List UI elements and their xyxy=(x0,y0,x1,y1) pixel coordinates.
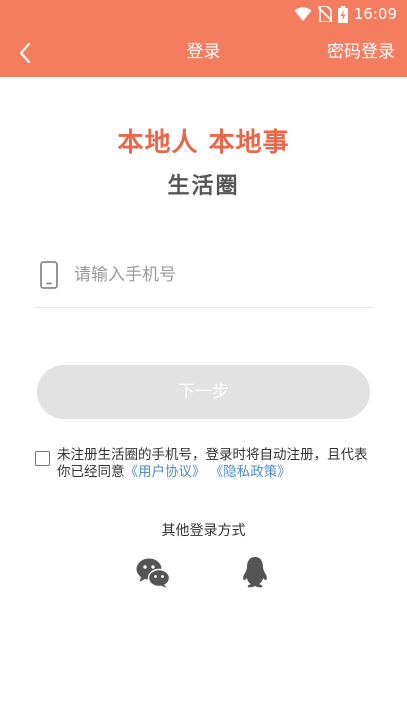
agreement-checkbox[interactable] xyxy=(35,451,50,466)
status-time: 16:09 xyxy=(353,5,397,23)
slogan: 本地人 本地事 xyxy=(117,128,290,158)
top-bar: 16:09 登录 密码登录 xyxy=(0,0,407,77)
qq-icon[interactable] xyxy=(242,556,268,588)
chevron-left-icon xyxy=(19,42,31,64)
wifi-icon xyxy=(294,7,312,21)
password-login-link[interactable]: 密码登录 xyxy=(327,41,395,63)
nav-bar: 登录 密码登录 xyxy=(0,28,407,77)
app-name: 生活圈 xyxy=(167,174,240,199)
wechat-icon[interactable] xyxy=(136,557,170,589)
other-login-title: 其他登录方式 xyxy=(161,523,246,539)
user-agreement-link[interactable]: 《用户协议》 xyxy=(125,464,206,480)
privacy-policy-link[interactable]: 《隐私政策》 xyxy=(210,464,291,480)
phone-input-row xyxy=(34,252,374,308)
phone-number-input[interactable] xyxy=(74,260,364,290)
battery-charging-icon xyxy=(337,5,348,23)
next-step-button[interactable]: 下一步 xyxy=(37,365,370,419)
phone-icon xyxy=(40,261,58,289)
no-sim-icon xyxy=(317,6,332,22)
back-button[interactable] xyxy=(10,38,40,68)
agreement-text-block: 未注册生活圈的手机号，登录时将自动注册，且代表你已经同意《用户协议》 《隐私政策… xyxy=(57,447,375,481)
status-icons: 16:09 xyxy=(294,4,397,24)
status-bar: 16:09 xyxy=(0,0,407,28)
